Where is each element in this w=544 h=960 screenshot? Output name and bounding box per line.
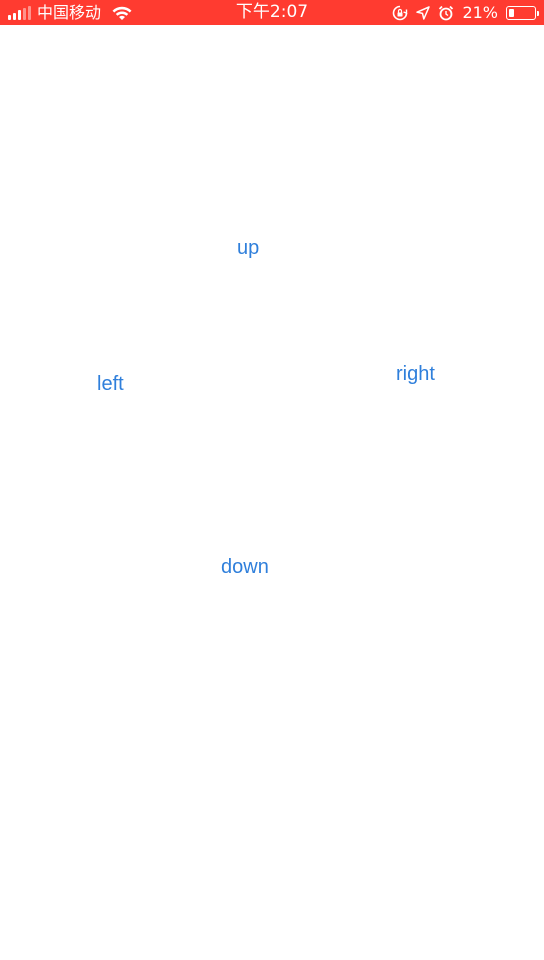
location-icon [416,5,431,20]
status-right: 21% [392,0,539,25]
alarm-icon [439,5,454,20]
right-button[interactable]: right [396,363,435,386]
battery-tip [537,10,539,16]
status-bar: 中国移动 下午2:07 21% [0,0,544,25]
battery-level [509,8,514,17]
battery-percent: 21% [462,3,498,22]
up-button[interactable]: up [237,237,259,260]
left-button[interactable]: left [97,373,124,396]
orientation-lock-icon [393,5,408,20]
down-button[interactable]: down [221,556,269,579]
battery-icon [506,5,539,20]
